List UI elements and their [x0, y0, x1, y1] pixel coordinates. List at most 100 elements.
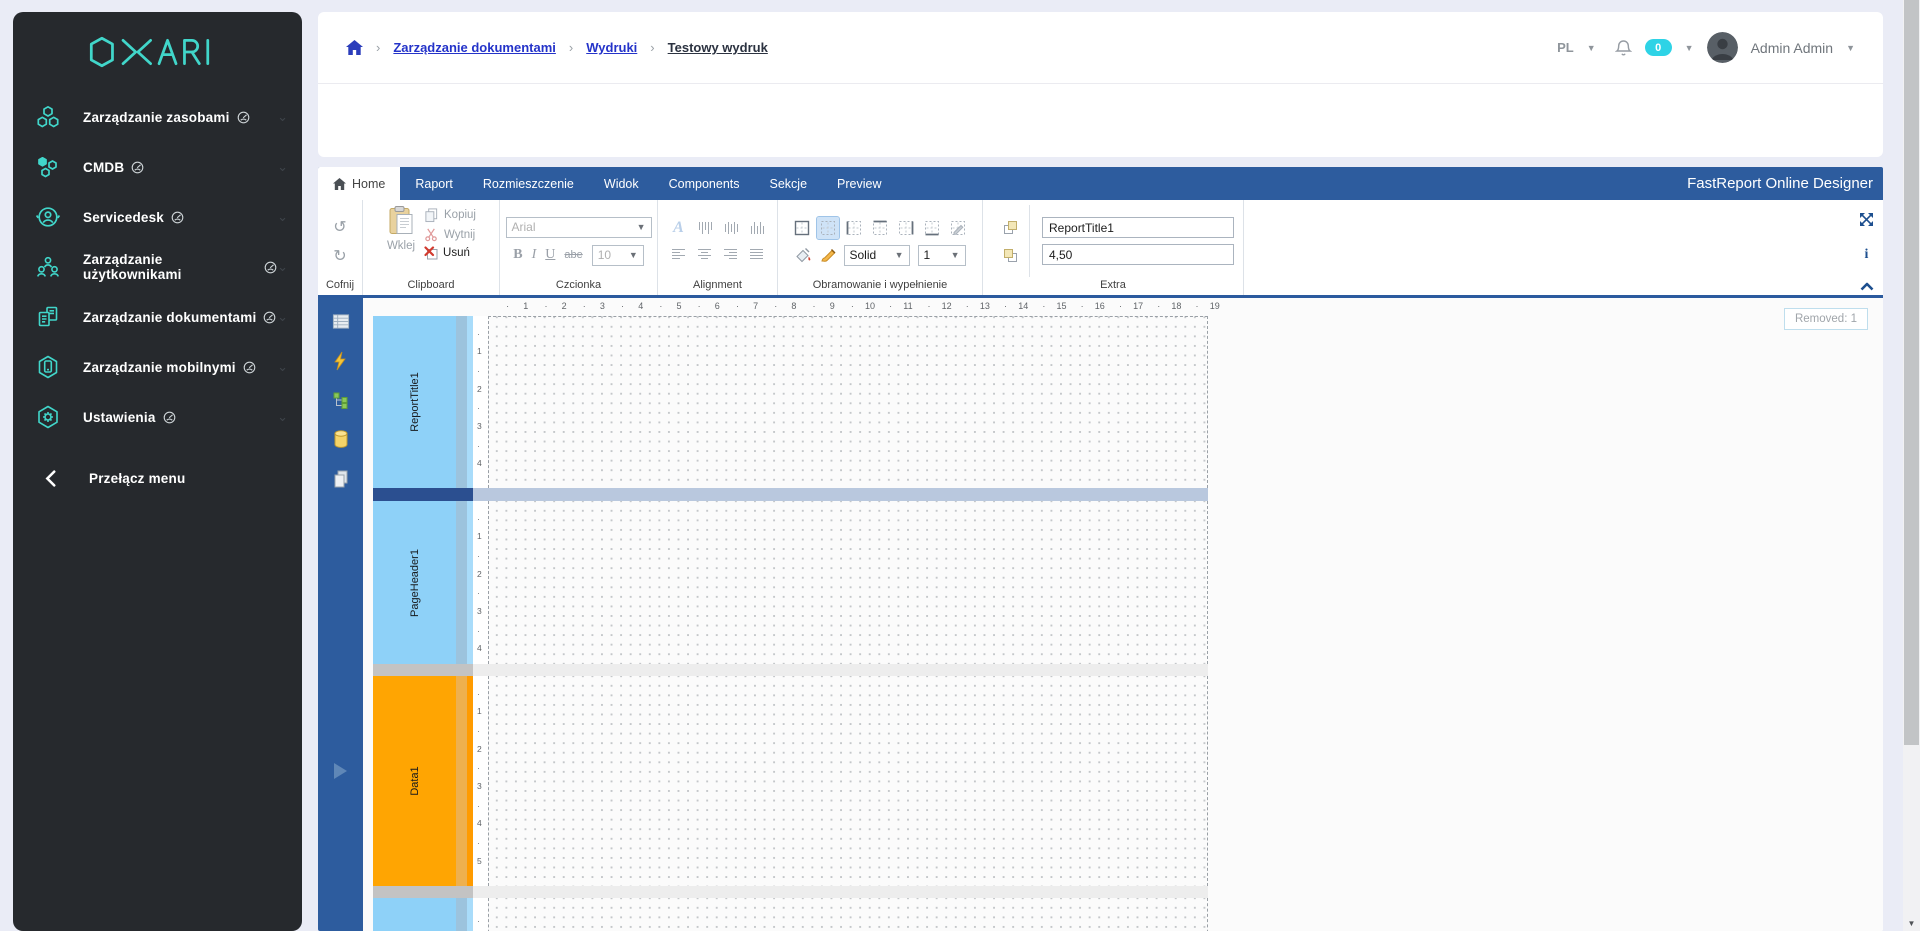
band-separator[interactable] — [373, 664, 1883, 676]
tab-rozmieszczenie[interactable]: Rozmieszczenie — [468, 167, 589, 200]
undo-icon[interactable]: ↺ — [333, 217, 346, 237]
sidebar-item-cmdb[interactable]: CMDB ⌄ — [13, 142, 302, 192]
language-selector[interactable]: PL — [1557, 40, 1574, 55]
component-height-input[interactable] — [1042, 244, 1234, 265]
valign-bottom-icon[interactable] — [749, 221, 764, 235]
align-justify-icon[interactable] — [749, 248, 764, 260]
page-scrollbar[interactable]: ▼ — [1903, 0, 1920, 931]
bold-button[interactable]: B — [513, 247, 522, 263]
sidebar-item-dokumenty[interactable]: Zarządzanie dokumentami ⌄ — [13, 292, 302, 342]
border-none-icon[interactable] — [817, 217, 839, 239]
data-icon[interactable] — [332, 429, 350, 449]
band-header[interactable] — [373, 898, 456, 931]
vertical-ruler: ·1·2·3·4 — [473, 501, 488, 664]
report-tree-icon[interactable] — [332, 391, 350, 409]
delete-button[interactable]: Usuń — [424, 246, 476, 260]
band-header[interactable]: Data1 — [373, 676, 456, 886]
send-to-back-icon[interactable] — [1003, 248, 1018, 263]
sidebar-collapse-toggle[interactable]: Przełącz menu — [13, 454, 302, 502]
band-separator[interactable] — [373, 886, 1883, 898]
sidebar-item-uzytkownicy[interactable]: Zarządzanie użytkownikami ⌄ — [13, 242, 302, 292]
home-icon[interactable] — [346, 40, 363, 55]
sidebar-item-mobilne[interactable]: Zarządzanie mobilnymi ⌄ — [13, 342, 302, 392]
avatar[interactable] — [1707, 32, 1738, 63]
strikethrough-button[interactable]: abe — [564, 249, 582, 261]
border-style-select[interactable]: Solid▼ — [844, 245, 910, 266]
sidebar-item-zasoby[interactable]: Zarządzanie zasobami ⌄ — [13, 92, 302, 142]
tab-components[interactable]: Components — [654, 167, 755, 200]
breadcrumb-item[interactable]: Wydruki — [586, 40, 637, 55]
chevron-down-icon[interactable]: ▼ — [1685, 43, 1694, 53]
band-row-data1[interactable]: Data1·1·2·3·4·5 — [373, 676, 1883, 886]
ruler-number: 16 — [1095, 301, 1105, 311]
border-width-select[interactable]: 1▼ — [918, 245, 966, 266]
scrollbar-thumb[interactable] — [1904, 0, 1919, 745]
band-separator[interactable] — [373, 488, 1883, 501]
paste-button[interactable]: Wklej — [386, 205, 416, 252]
copy-button[interactable]: Kopiuj — [424, 207, 476, 223]
band-separator-handle[interactable] — [373, 488, 473, 501]
border-all-icon[interactable] — [791, 217, 813, 239]
band-header[interactable]: PageHeader1 — [373, 501, 456, 664]
expand-icon[interactable] — [1859, 212, 1874, 227]
brush-icon[interactable] — [820, 247, 836, 263]
underline-button[interactable]: U — [545, 247, 555, 263]
bring-to-front-icon[interactable] — [1003, 220, 1018, 235]
band-page-area[interactable] — [488, 316, 1208, 488]
band-row-pageheader1[interactable]: PageHeader1 ·1·2·3·4 — [373, 501, 1883, 664]
align-left-icon[interactable] — [671, 248, 686, 260]
redo-icon[interactable]: ↻ — [333, 246, 346, 266]
bell-icon[interactable] — [1615, 39, 1632, 57]
italic-button[interactable]: I — [532, 247, 537, 263]
report-canvas[interactable]: ·1·2·3·4·5·6·7·8·9·10·11·12·13·14·15·16·… — [373, 298, 1883, 931]
sidebar-item-ustawienia[interactable]: Ustawienia ⌄ — [13, 392, 302, 442]
tab-raport[interactable]: Raport — [400, 167, 468, 200]
valign-center-icon[interactable] — [723, 221, 738, 235]
cut-button[interactable]: Wytnij — [424, 227, 476, 242]
tab-widok[interactable]: Widok — [589, 167, 654, 200]
sidebar-item-servicedesk[interactable]: Servicedesk ⌄ — [13, 192, 302, 242]
band-separator-line — [473, 488, 1208, 501]
band-row-reporttitle1[interactable]: ReportTitle1·1·2·3·4 — [373, 316, 1883, 488]
band-name: Data1 — [409, 766, 421, 795]
border-bottom-icon[interactable] — [921, 217, 943, 239]
font-color-icon[interactable]: A — [673, 219, 684, 237]
band-header[interactable]: ReportTitle1 — [373, 316, 456, 488]
notification-badge[interactable]: 0 — [1645, 39, 1672, 56]
chevron-down-icon[interactable]: ▼ — [1587, 43, 1596, 53]
band-page-area[interactable] — [488, 676, 1208, 886]
user-name[interactable]: Admin Admin — [1751, 40, 1833, 56]
paste-label: Wklej — [387, 240, 415, 252]
events-icon[interactable] — [332, 351, 350, 371]
font-size-select[interactable]: 10▼ — [592, 245, 644, 266]
delete-label: Usuń — [443, 247, 470, 259]
border-paint-icon[interactable] — [947, 217, 969, 239]
band-row[interactable]: · — [373, 898, 1883, 931]
band-page-area[interactable] — [488, 898, 1208, 931]
copy-icon[interactable] — [332, 469, 350, 489]
collapse-ribbon-icon[interactable] — [1860, 282, 1874, 291]
valign-top-icon[interactable] — [697, 221, 712, 235]
band-separator-handle[interactable] — [373, 886, 473, 898]
section-label: Czcionka — [500, 277, 657, 295]
chevron-down-icon[interactable]: ▼ — [1846, 43, 1855, 53]
border-left-icon[interactable] — [843, 217, 865, 239]
tab-sekcje[interactable]: Sekcje — [755, 167, 823, 200]
border-top-icon[interactable] — [869, 217, 891, 239]
scrollbar-down-arrow[interactable]: ▼ — [1903, 919, 1920, 928]
band-page-area[interactable] — [488, 501, 1208, 664]
preview-play-icon[interactable] — [329, 760, 351, 787]
info-icon[interactable]: i — [1865, 247, 1869, 263]
chevron-down-icon: ⌄ — [277, 309, 288, 325]
fill-bucket-icon[interactable] — [795, 247, 812, 263]
align-right-icon[interactable] — [723, 248, 738, 260]
tab-preview[interactable]: Preview — [822, 167, 896, 200]
align-center-icon[interactable] — [697, 248, 712, 260]
border-right-icon[interactable] — [895, 217, 917, 239]
breadcrumb-item[interactable]: Zarządzanie dokumentami — [393, 40, 556, 55]
tab-home[interactable]: Home — [318, 167, 400, 200]
properties-icon[interactable] — [331, 312, 351, 331]
font-family-select[interactable]: Arial▼ — [506, 217, 652, 238]
band-separator-handle[interactable] — [373, 664, 473, 676]
component-name-input[interactable] — [1042, 217, 1234, 238]
